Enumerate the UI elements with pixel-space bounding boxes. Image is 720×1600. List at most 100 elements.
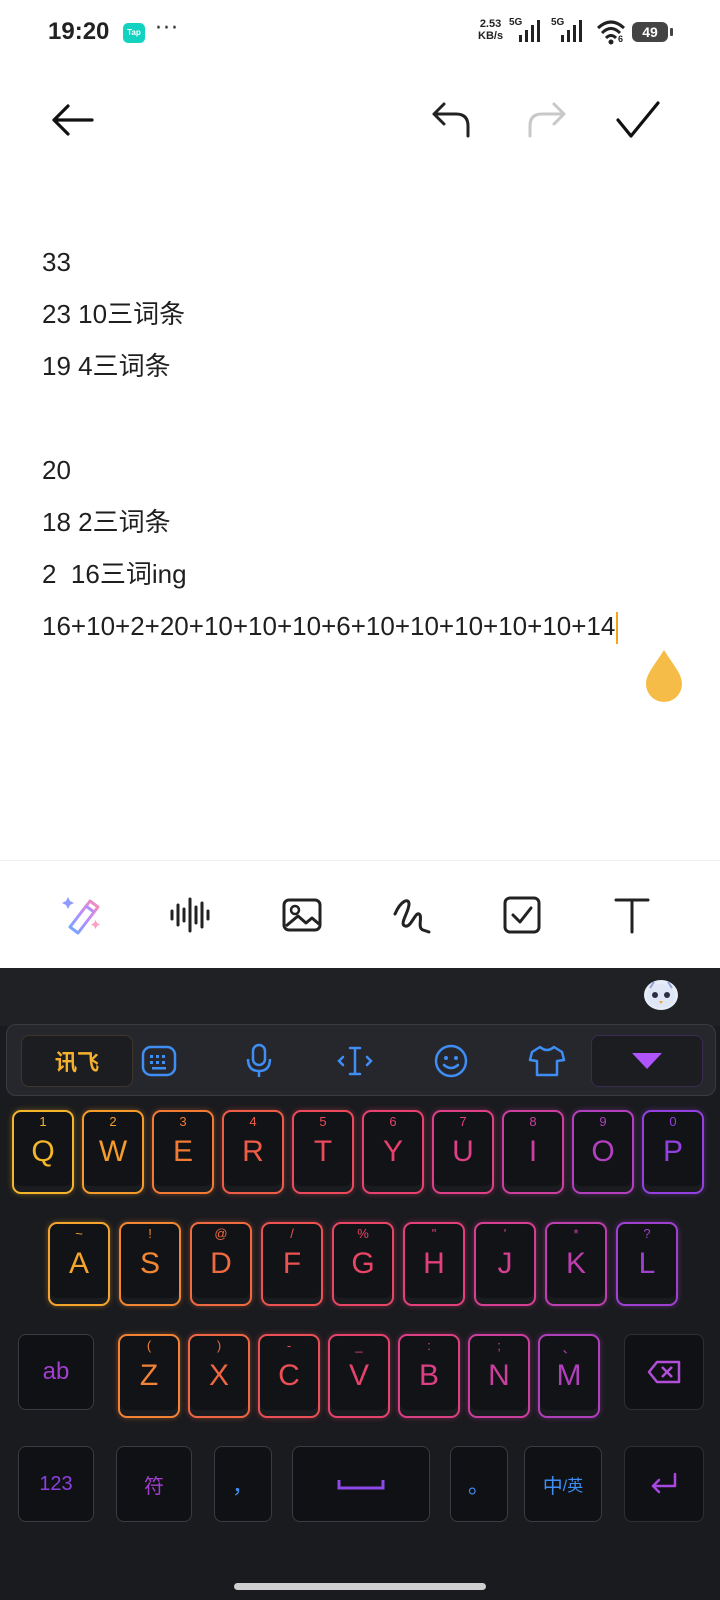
signal-icon-2 <box>561 20 582 42</box>
redo-button[interactable] <box>518 92 574 148</box>
key-g[interactable]: % G <box>332 1222 394 1306</box>
mascot-face-icon <box>647 981 675 1008</box>
key-h-secondary: " <box>431 1226 437 1241</box>
key-f-label: F <box>282 1247 302 1280</box>
key-t[interactable]: 5T <box>292 1110 354 1194</box>
key-r[interactable]: 4R <box>222 1110 284 1194</box>
key-w[interactable]: 2W <box>82 1110 144 1194</box>
undo-icon <box>432 102 470 138</box>
text-format-button[interactable] <box>602 885 662 945</box>
emoji-button[interactable] <box>429 1039 473 1083</box>
checklist-button[interactable] <box>492 885 552 945</box>
key-u[interactable]: 7U <box>432 1110 494 1194</box>
note-line-text[interactable]: 16+10+2+20+10+10+10+6+10+10+10+10+10+14 <box>42 611 615 641</box>
key-b[interactable]: :B <box>398 1334 460 1418</box>
key-l[interactable]: ? L <box>616 1222 678 1306</box>
key-a[interactable]: ~ A <box>48 1222 110 1306</box>
numbers-key[interactable]: 123 <box>18 1446 94 1522</box>
key-n-label: N <box>488 1359 510 1392</box>
language-switch-key[interactable]: 中/英 <box>524 1446 602 1522</box>
text-cursor-icon <box>337 1046 373 1076</box>
key-c[interactable]: -C <box>258 1334 320 1418</box>
key-j-secondary: ' <box>503 1226 507 1241</box>
key-f[interactable]: / F <box>261 1222 323 1306</box>
key-o-label: O <box>591 1135 615 1168</box>
voice-record-button[interactable] <box>160 885 220 945</box>
keyboard-layout-button[interactable] <box>137 1039 181 1083</box>
collapse-keyboard-button[interactable] <box>591 1035 703 1087</box>
comma-key[interactable]: ， <box>214 1446 272 1522</box>
key-z[interactable]: (Z <box>118 1334 180 1418</box>
magic-wand-icon <box>62 897 100 935</box>
wifi-icon <box>596 20 626 45</box>
home-indicator[interactable] <box>234 1583 486 1590</box>
status-time: 19:20 <box>48 18 110 45</box>
key-z-label: Z <box>139 1359 159 1392</box>
key-e[interactable]: 3E <box>152 1110 214 1194</box>
audio-wave-icon <box>170 897 210 933</box>
undo-button[interactable] <box>424 92 480 148</box>
key-k[interactable]: * K <box>545 1222 607 1306</box>
note-line[interactable]: 20 <box>42 444 682 496</box>
key-g-label: G <box>351 1247 375 1280</box>
key-v[interactable]: _ V <box>328 1334 390 1418</box>
back-button[interactable] <box>44 92 100 148</box>
key-v-label: V <box>348 1359 369 1392</box>
insert-image-button[interactable] <box>272 885 332 945</box>
key-w-secondary: 2 <box>109 1114 117 1129</box>
key-p[interactable]: 0P <box>642 1110 704 1194</box>
key-y-label: Y <box>382 1135 403 1168</box>
cursor-move-button[interactable] <box>333 1039 377 1083</box>
key-s-secondary: ! <box>148 1226 152 1241</box>
skin-theme-button[interactable] <box>525 1039 569 1083</box>
key-x[interactable]: ) X <box>188 1334 250 1418</box>
key-d[interactable]: @ D <box>190 1222 252 1306</box>
key-p-label: P <box>662 1135 683 1168</box>
period-key[interactable]: 。 <box>450 1446 508 1522</box>
key-s[interactable]: ! S <box>119 1222 181 1306</box>
note-line[interactable]: 2 16三词ing <box>42 548 682 600</box>
key-n[interactable]: ; N <box>468 1334 530 1418</box>
key-i-label: I <box>528 1135 538 1168</box>
mascot-icon[interactable] <box>644 980 678 1010</box>
handwriting-button[interactable] <box>382 885 442 945</box>
key-l-label: L <box>638 1247 656 1280</box>
language-zh-label: 中 <box>542 1475 563 1498</box>
checkbox-icon <box>503 896 541 934</box>
key-r-secondary: 4 <box>249 1114 257 1129</box>
key-m[interactable]: 、 M <box>538 1334 600 1418</box>
done-button[interactable] <box>610 92 666 148</box>
key-k-label: K <box>565 1247 586 1280</box>
key-k-secondary: * <box>573 1226 579 1241</box>
key-l-secondary: ? <box>643 1226 651 1241</box>
note-line[interactable]: 33 <box>42 236 682 288</box>
note-line[interactable]: 19 4三词条 <box>42 340 682 392</box>
key-j[interactable]: ' J <box>474 1222 536 1306</box>
key-q[interactable]: 1Q <box>12 1110 74 1194</box>
key-o[interactable]: 9O <box>572 1110 634 1194</box>
redo-icon <box>528 102 566 138</box>
note-line[interactable]: 18 2三词条 <box>42 496 682 548</box>
key-z-secondary: ( <box>146 1338 152 1353</box>
enter-key[interactable] <box>624 1446 704 1522</box>
key-v-secondary: _ <box>355 1338 363 1353</box>
key-i[interactable]: 8I <box>502 1110 564 1194</box>
triangle-down-icon <box>632 1053 662 1069</box>
space-key[interactable] <box>292 1446 430 1522</box>
key-i-secondary: 8 <box>529 1114 537 1129</box>
key-h[interactable]: " H <box>403 1222 465 1306</box>
key-d-label: D <box>210 1247 232 1280</box>
cursor-handle[interactable] <box>646 650 682 702</box>
voice-input-button[interactable] <box>237 1039 281 1083</box>
key-m-secondary: 、 <box>562 1341 576 1356</box>
key-y[interactable]: 6Y <box>362 1110 424 1194</box>
backspace-key[interactable] <box>624 1334 704 1410</box>
note-line[interactable]: 23 10三词条 <box>42 288 682 340</box>
ai-magic-button[interactable] <box>52 885 112 945</box>
note-line-active[interactable]: 16+10+2+20+10+10+10+6+10+10+10+10+10+14 <box>42 600 682 652</box>
symbols-key[interactable]: 符 <box>116 1446 192 1522</box>
note-line[interactable] <box>42 392 682 444</box>
iflytek-logo[interactable]: 讯飞 <box>21 1035 133 1087</box>
ab-toggle-key[interactable]: ab <box>18 1334 94 1410</box>
note-editor[interactable]: 33 23 10三词条 19 4三词条 20 18 2三词条 2 16三词ing… <box>42 236 682 652</box>
